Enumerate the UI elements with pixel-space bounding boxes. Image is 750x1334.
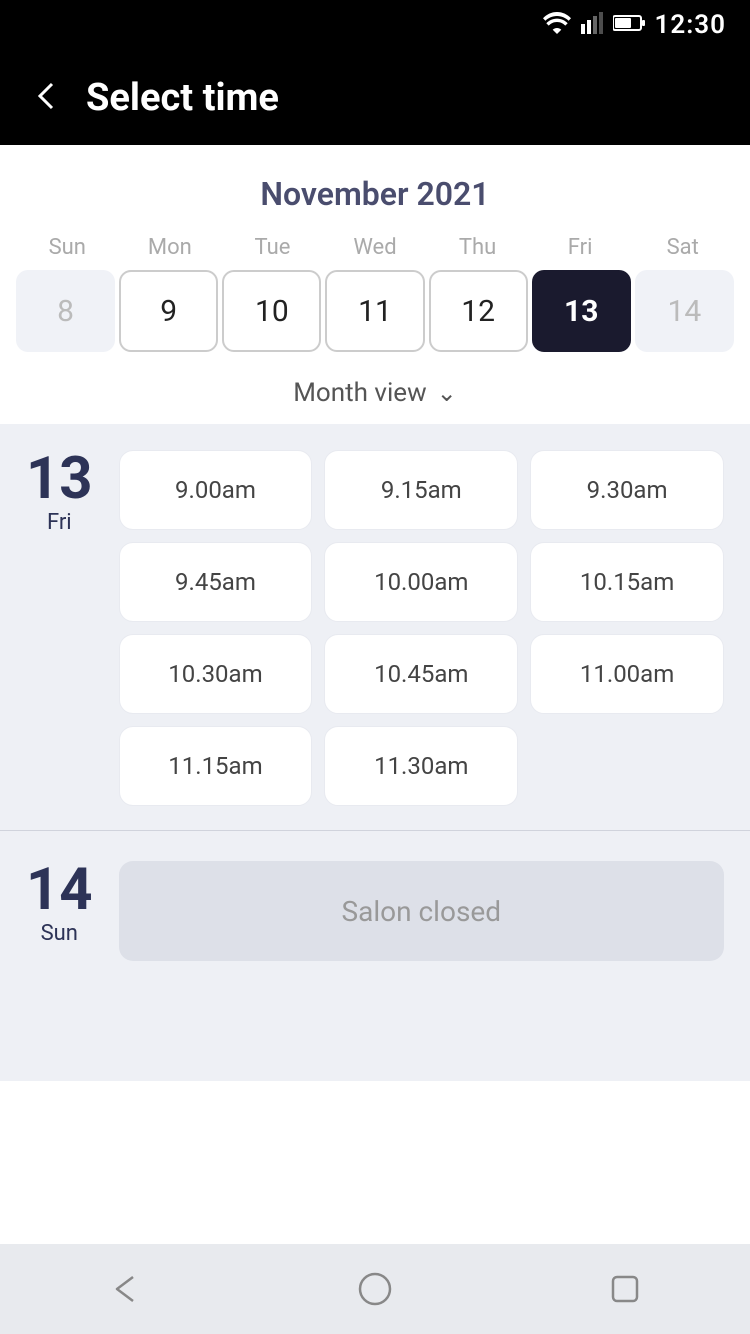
chevron-down-icon[interactable]: ⌄ [437,379,457,407]
battery-icon [613,14,645,36]
nav-bar [0,1244,750,1334]
day-number-14: 14 [26,861,93,919]
section-divider [0,830,750,831]
day-number-block-14: 14 Sun [26,861,93,946]
time-slots-section: 13 Fri 9.00am 9.15am 9.30am 9.45am 10.00… [0,424,750,1081]
time-slot-1045am[interactable]: 10.45am [324,634,518,714]
day-section-14: 14 Sun Salon closed [0,835,750,981]
time-slot-1015am[interactable]: 10.15am [530,542,724,622]
time-slot-1100am[interactable]: 11.00am [530,634,724,714]
day-header-fri: Fri [529,235,632,260]
day-header-mon: Mon [119,235,222,260]
time-slot-1130am[interactable]: 11.30am [324,726,518,806]
month-view-row: Month view ⌄ [16,364,734,414]
time-slot-1115am[interactable]: 11.15am [119,726,313,806]
time-slot-930am[interactable]: 9.30am [530,450,724,530]
nav-back-button[interactable] [95,1259,155,1319]
cal-day-11[interactable]: 11 [325,270,424,352]
calendar-row: 8 9 10 11 12 13 14 [16,270,734,352]
status-time: 12:30 [655,10,727,40]
day-header-sat: Sat [631,235,734,260]
signal-icon [581,12,603,38]
day-header-tue: Tue [221,235,324,260]
time-grid-13: 9.00am 9.15am 9.30am 9.45am 10.00am 10.1… [119,450,724,806]
wifi-icon [543,12,571,38]
time-slot-945am[interactable]: 9.45am [119,542,313,622]
time-slot-1030am[interactable]: 10.30am [119,634,313,714]
nav-recent-button[interactable] [595,1259,655,1319]
day-header-sun: Sun [16,235,119,260]
day-header-thu: Thu [426,235,529,260]
nav-home-button[interactable] [345,1259,405,1319]
cal-day-14[interactable]: 14 [635,270,734,352]
day-headers: Sun Mon Tue Wed Thu Fri Sat [16,235,734,260]
day-name-14: Sun [41,921,78,946]
time-slot-1000am[interactable]: 10.00am [324,542,518,622]
day-section-13: 13 Fri 9.00am 9.15am 9.30am 9.45am 10.00… [0,424,750,826]
page-title: Select time [86,76,279,120]
month-view-label: Month view [293,378,426,408]
salon-closed-label: Salon closed [341,895,501,928]
cal-day-8[interactable]: 8 [16,270,115,352]
time-slot-900am[interactable]: 9.00am [119,450,313,530]
cal-day-12[interactable]: 12 [429,270,528,352]
back-button[interactable] [30,80,62,116]
status-bar: 12:30 [0,0,750,50]
day-name-13: Fri [47,510,72,535]
cal-day-9[interactable]: 9 [119,270,218,352]
day-header-wed: Wed [324,235,427,260]
salon-closed-box: Salon closed [119,861,724,961]
day-number-13: 13 [26,450,93,508]
header: Select time [0,50,750,145]
calendar-section: November 2021 Sun Mon Tue Wed Thu Fri Sa… [0,145,750,424]
cal-day-13[interactable]: 13 [532,270,631,352]
time-slot-915am[interactable]: 9.15am [324,450,518,530]
month-title: November 2021 [16,175,734,213]
day-number-block-13: 13 Fri [26,450,93,535]
cal-day-10[interactable]: 10 [222,270,321,352]
